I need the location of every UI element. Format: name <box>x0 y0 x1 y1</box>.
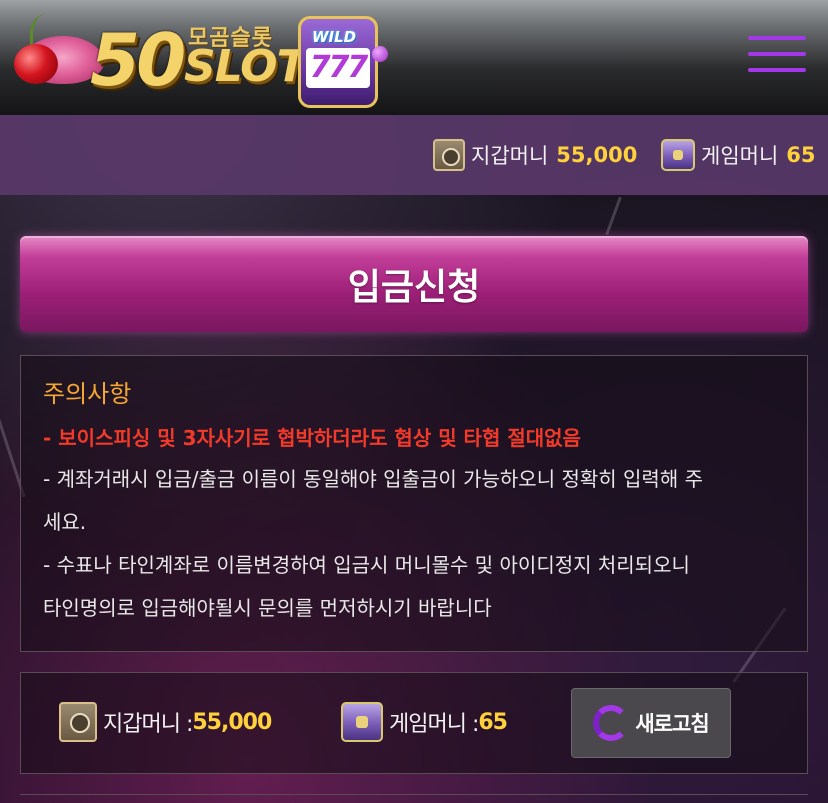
slot-lever-ball <box>372 46 388 62</box>
safe-icon <box>59 702 97 742</box>
logo-reels: 777 <box>306 48 370 88</box>
wallet-money-label: 지갑머니 <box>471 144 549 168</box>
next-section-edge <box>20 794 808 803</box>
wallet-money-label: 지갑머니 : <box>103 712 193 737</box>
wallet-money-status: 지갑머니 : 55,000 <box>59 700 272 744</box>
notice-warning: - 보이스피싱 및 3자사기로 협박하더라도 협상 및 타협 절대없음 <box>43 426 581 450</box>
logo-wild-badge: WILD <box>312 28 357 46</box>
refresh-button-label: 새로고침 <box>635 712 709 736</box>
money-status-box: 지갑머니 : 55,000 게임머니 : 65 새로고침 <box>20 672 808 774</box>
background-streak <box>605 196 622 236</box>
game-money-label: 게임머니 : <box>389 712 479 737</box>
game-money-summary: 게임머니 65 <box>661 137 816 173</box>
notice-line: - 계좌거래시 입금/출금 이름이 동일해야 입출금이 가능하오니 정확히 입력… <box>43 467 703 491</box>
treasure-chest-icon <box>661 139 695 171</box>
notice-line: - 수표나 타인계좌로 이름변경하여 입금시 머니몰수 및 아이디정지 처리되오… <box>43 553 690 577</box>
notice-line: 세요. <box>43 510 87 534</box>
page-title-bar: 입금신청 <box>20 236 808 332</box>
wallet-money-value: 55,000 <box>192 709 272 735</box>
money-summary-bar: 지갑머니 55,000 게임머니 65 <box>0 115 828 195</box>
wallet-money-summary: 지갑머니 55,000 <box>433 137 637 173</box>
game-money-status: 게임머니 : 65 <box>341 700 508 744</box>
game-money-value: 65 <box>478 709 508 735</box>
wallet-money-value: 55,000 <box>556 143 638 167</box>
game-money-label: 게임머니 <box>701 144 779 168</box>
game-money-value: 65 <box>786 143 816 167</box>
notice-box: 주의사항 - 보이스피싱 및 3자사기로 협박하더라도 협상 및 타협 절대없음… <box>20 355 808 652</box>
safe-icon <box>433 139 465 171</box>
hamburger-menu-icon[interactable] <box>748 36 808 76</box>
page-title: 입금신청 <box>347 267 481 308</box>
refresh-icon <box>593 705 630 741</box>
notice-line: 타인명의로 입금해야될시 문의를 먼저하시기 바랍니다 <box>43 596 492 620</box>
site-logo[interactable]: 50 모곰슬롯 SLOT WILD 777 <box>12 6 392 111</box>
logo-number: 50 <box>90 18 186 102</box>
notice-title: 주의사항 <box>43 380 132 408</box>
site-header: 50 모곰슬롯 SLOT WILD 777 <box>0 0 828 115</box>
cherry-graphic <box>14 44 58 84</box>
refresh-button[interactable]: 새로고침 <box>571 688 731 758</box>
treasure-chest-icon <box>341 702 383 742</box>
logo-word: SLOT <box>184 41 307 92</box>
